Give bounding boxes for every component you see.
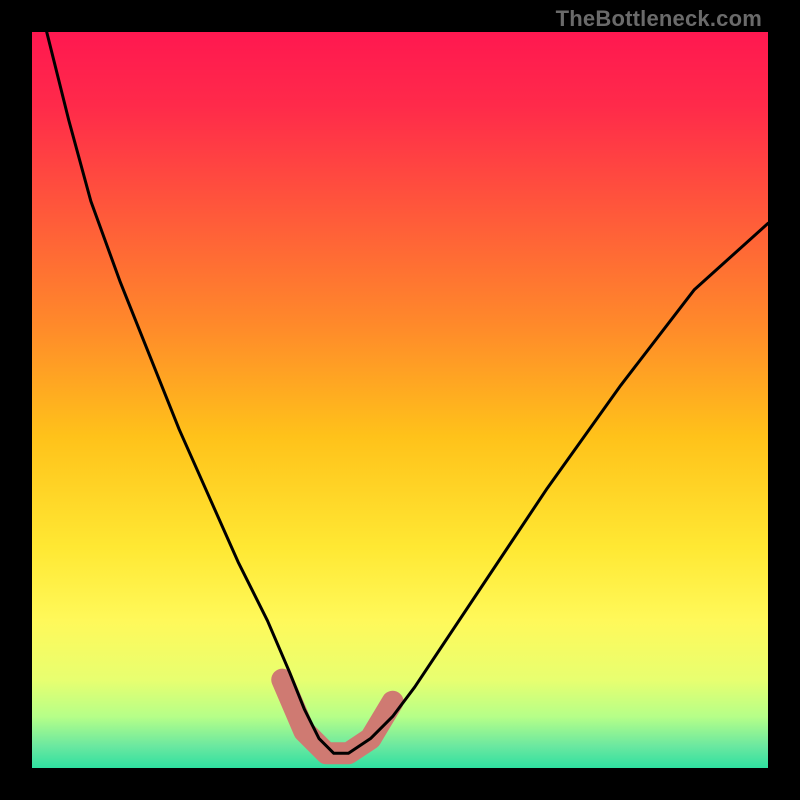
chart-frame: TheBottleneck.com <box>0 0 800 800</box>
curve-layer <box>32 32 768 768</box>
watermark-text: TheBottleneck.com <box>556 6 762 32</box>
bottleneck-curve <box>47 32 768 753</box>
highlight-band <box>282 680 392 754</box>
plot-area <box>32 32 768 768</box>
